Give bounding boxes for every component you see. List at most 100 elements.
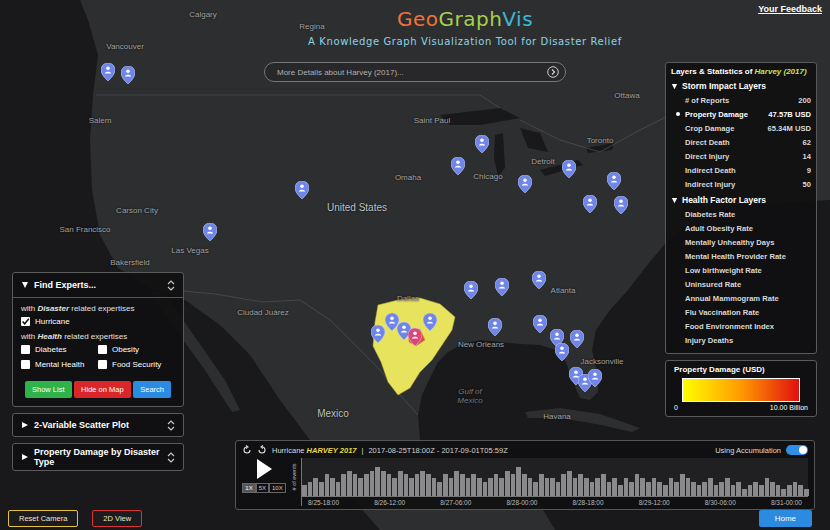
expand-triangle-icon[interactable]	[21, 421, 29, 429]
histogram-bar	[398, 471, 403, 496]
layer-row[interactable]: Food Environment Index	[671, 319, 811, 333]
expert-pin-icon[interactable]	[371, 325, 385, 343]
speed-buttons: 1X5X10X	[242, 483, 285, 493]
checkbox[interactable]	[21, 317, 30, 326]
expert-pin-icon[interactable]	[475, 135, 489, 153]
histogram-bar	[466, 478, 471, 496]
layer-group-header[interactable]: Health Factor Layers	[671, 195, 811, 205]
layer-value: 14	[803, 152, 811, 161]
expert-pin-icon[interactable]	[451, 157, 465, 175]
home-button[interactable]: Home	[759, 510, 812, 527]
updown-chevron-icon[interactable]	[167, 420, 175, 431]
layer-row[interactable]: Uninsured Rate	[671, 277, 811, 291]
checkbox-row[interactable]: Diabetes	[21, 345, 98, 354]
action-button[interactable]: Hide on Map	[74, 381, 131, 398]
histogram-bar	[358, 478, 363, 496]
details-bar[interactable]: More Details about Harvey (2017)...	[264, 62, 566, 82]
expert-pin-icon[interactable]	[583, 195, 597, 213]
histogram-bar	[330, 478, 335, 496]
expert-pin-icon[interactable]	[532, 271, 546, 289]
layer-row[interactable]: Injury Deaths	[671, 333, 811, 347]
layer-row[interactable]: Mentally Unhealthy Days	[671, 235, 811, 249]
expand-triangle-icon[interactable]	[671, 83, 678, 90]
map-label: Calgary	[189, 10, 217, 19]
layer-row[interactable]: Annual Mammogram Rate	[671, 291, 811, 305]
affected-county-area[interactable]	[373, 298, 455, 395]
layer-row[interactable]: # of Reports200	[671, 93, 811, 107]
layer-row[interactable]: Indirect Injury50	[671, 177, 811, 191]
layer-label: Uninsured Rate	[685, 280, 811, 289]
section-header[interactable]: Find Experts...	[13, 277, 183, 298]
expand-triangle-icon[interactable]	[671, 197, 678, 204]
expert-pin-icon[interactable]	[423, 313, 437, 331]
checkbox[interactable]	[21, 345, 30, 354]
histogram-bar	[731, 485, 736, 496]
histogram[interactable]: 8/25-18:008/26-12:008/27-06:008/28-00:00…	[301, 458, 808, 506]
layer-row[interactable]: Adult Obesity Rate	[671, 221, 811, 235]
expert-pin-icon[interactable]	[562, 160, 576, 178]
section-header[interactable]: 2-Variable Scatter Plot	[21, 417, 175, 433]
play-icon[interactable]	[254, 458, 274, 480]
expert-pin-icon[interactable]	[518, 175, 532, 193]
layer-row[interactable]: Indirect Death9	[671, 163, 811, 177]
expert-pin-icon[interactable]	[533, 315, 547, 333]
layer-row[interactable]: Low birthweight Rate	[671, 263, 811, 277]
histogram-bar	[392, 478, 397, 496]
histogram-bar	[522, 474, 527, 496]
histogram-bar	[488, 478, 493, 496]
collapsed-section[interactable]: 2-Variable Scatter Plot	[12, 413, 184, 437]
updown-chevron-icon[interactable]	[167, 452, 175, 463]
updown-chevron-icon[interactable]	[167, 280, 175, 291]
checkbox[interactable]	[21, 360, 30, 369]
expert-pin-icon[interactable]	[570, 330, 584, 348]
collapsed-section[interactable]: Property Damage by Disaster Type	[12, 443, 184, 471]
footer-button[interactable]: 2D View	[92, 510, 142, 527]
accumulation-toggle[interactable]	[786, 445, 808, 455]
action-button[interactable]: Show List	[25, 381, 72, 398]
layer-value: 9	[807, 166, 811, 175]
expert-pin-icon[interactable]	[588, 369, 602, 387]
x-axis-tick: 8/31-00:00	[771, 499, 802, 506]
arrow-circle-icon[interactable]	[547, 66, 559, 78]
layer-label: Direct Injury	[685, 152, 799, 161]
reset-icon[interactable]	[242, 445, 252, 455]
expert-pin-icon[interactable]	[101, 63, 115, 81]
layer-row[interactable]: Diabetes Rate	[671, 207, 811, 221]
checkbox-row[interactable]: Mental Health	[21, 360, 98, 369]
layer-row[interactable]: Direct Injury 14	[671, 149, 811, 163]
expert-pin-icon[interactable]	[203, 223, 217, 241]
speed-button[interactable]: 5X	[256, 483, 269, 493]
expert-pin-icon[interactable]	[555, 343, 569, 361]
feedback-link[interactable]: Your Feedback	[758, 4, 822, 14]
checkbox-row[interactable]: Hurricane	[21, 317, 98, 326]
checkbox[interactable]	[98, 345, 107, 354]
action-button[interactable]: Search	[133, 381, 171, 398]
expert-pin-icon[interactable]	[408, 328, 422, 346]
layer-row[interactable]: Mental Health Provider Rate	[671, 249, 811, 263]
layer-row[interactable]: Direct Death62	[671, 135, 811, 149]
section-header[interactable]: Property Damage by Disaster Type	[21, 447, 175, 467]
expert-pin-icon[interactable]	[121, 66, 135, 84]
expert-pin-icon[interactable]	[488, 318, 502, 336]
loop-icon[interactable]	[257, 445, 267, 455]
checkbox[interactable]	[98, 360, 107, 369]
layer-row[interactable]: Property Damage47.57B USD	[671, 107, 811, 121]
speed-button[interactable]: 10X	[269, 483, 286, 493]
expert-pin-icon[interactable]	[607, 172, 621, 190]
layer-row[interactable]: Crop Damage65.34M USD	[671, 121, 811, 135]
histogram-bar	[607, 482, 612, 496]
expert-pin-icon[interactable]	[614, 196, 628, 214]
affected-county-area[interactable]	[408, 329, 425, 346]
layer-group-header[interactable]: Storm Impact Layers	[671, 81, 811, 91]
footer-button[interactable]: Reset Camera	[8, 510, 78, 527]
expert-pin-icon[interactable]	[295, 181, 309, 199]
speed-button[interactable]: 1X	[242, 483, 255, 493]
expand-triangle-icon[interactable]	[21, 281, 29, 289]
expand-triangle-icon[interactable]	[21, 453, 29, 461]
expert-pin-icon[interactable]	[464, 281, 478, 299]
layer-row[interactable]: Flu Vaccination Rate	[671, 305, 811, 319]
checkbox-row[interactable]: Obesity	[98, 345, 175, 354]
checkbox-row[interactable]: Food Security	[98, 360, 175, 369]
map-label: Chicago	[473, 172, 502, 181]
expert-pin-icon[interactable]	[495, 278, 509, 296]
